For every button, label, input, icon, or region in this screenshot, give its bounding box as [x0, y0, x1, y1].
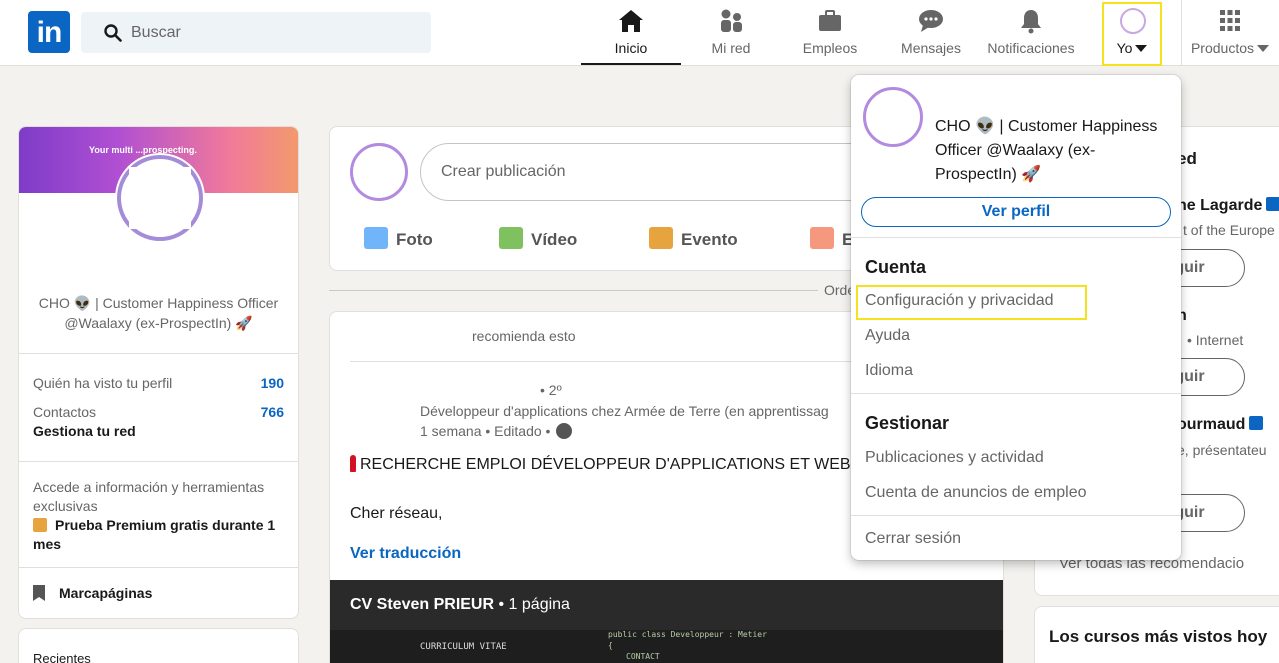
divider — [851, 515, 1181, 516]
exclamation-icon — [350, 455, 356, 472]
nav-home[interactable]: Inicio — [581, 0, 681, 66]
search-icon — [104, 24, 122, 42]
top-navbar: in Inicio Mi red Empleos Mensajes — [0, 0, 1279, 66]
recommended-person-subtitle: • Internet — [1187, 332, 1244, 348]
avatar[interactable] — [863, 87, 923, 147]
post-text-line: RECHERCHE EMPLOI DÉVELOPPEUR D'APPLICATI… — [350, 455, 851, 474]
divider — [851, 393, 1181, 394]
nav-products[interactable]: Productos — [1186, 0, 1274, 66]
event-button[interactable]: Evento — [649, 227, 738, 250]
code-line: CONTACT — [626, 652, 660, 661]
bookmark-icon — [33, 585, 45, 601]
premium-icon — [33, 518, 47, 532]
grid-icon — [1220, 10, 1240, 31]
account-section-title: Cuenta — [865, 257, 927, 277]
search-bar[interactable] — [81, 12, 431, 53]
briefcase-icon — [819, 10, 841, 31]
profile-views-label: Quién ha visto tu perfil — [33, 375, 173, 391]
code-line: public class Developpeur : Metier — [608, 630, 767, 639]
contacts-count: 766 — [260, 404, 284, 420]
nav-notifications[interactable]: Notificaciones — [980, 0, 1082, 66]
posts-activity-link[interactable]: Publicaciones y actividad — [865, 449, 1044, 467]
event-icon — [649, 227, 673, 249]
video-button[interactable]: Vídeo — [499, 227, 577, 250]
photo-icon — [364, 227, 388, 249]
document-preview[interactable]: CURRICULUM VITAE public class Developpeu… — [330, 580, 1003, 663]
profile-card: Your multi ...prospecting. CHO 👽 | Custo… — [18, 126, 299, 619]
network-icon — [721, 9, 742, 32]
article-button[interactable]: E — [810, 227, 853, 250]
profile-headline[interactable]: CHO 👽 | Customer Happiness Officer @Waal… — [31, 293, 286, 333]
nav-messages[interactable]: Mensajes — [890, 0, 972, 66]
highlight-box — [856, 285, 1087, 320]
avatar-image — [129, 167, 191, 229]
nav-home-label: Inicio — [614, 40, 648, 56]
recents-label: Recientes — [33, 651, 91, 663]
recommended-person-name[interactable]: ourmaud — [1177, 416, 1264, 434]
avatar[interactable] — [350, 143, 408, 201]
nav-jobs[interactable]: Empleos — [790, 0, 870, 66]
globe-icon — [556, 423, 573, 439]
post-time: 1 semana • Editado • — [420, 423, 573, 439]
linkedin-badge-icon — [1249, 416, 1264, 430]
linkedin-logo[interactable]: in — [28, 11, 70, 53]
linkedin-badge-icon — [1266, 197, 1279, 211]
nav-notifications-label: Notificaciones — [987, 40, 1075, 56]
nav-active-underline — [581, 63, 681, 65]
bookmarks-link[interactable]: Marcapáginas — [33, 585, 152, 601]
premium-trial-link[interactable]: Prueba Premium gratis durante 1 mes — [33, 516, 283, 554]
nav-me-label: Yo — [1104, 40, 1160, 56]
logout-link[interactable]: Cerrar sesión — [865, 530, 961, 548]
divider — [19, 567, 298, 568]
language-link[interactable]: Idioma — [865, 362, 913, 380]
help-link[interactable]: Ayuda — [865, 327, 910, 345]
nav-network[interactable]: Mi red — [690, 0, 772, 66]
messages-icon — [919, 10, 943, 32]
contacts-label: Contactos — [33, 404, 97, 420]
home-icon — [619, 10, 643, 32]
view-profile-button[interactable]: Ver perfil — [861, 197, 1171, 227]
connection-degree: • 2º — [540, 382, 562, 398]
nav-messages-label: Mensajes — [901, 40, 961, 56]
profile-avatar[interactable] — [117, 155, 203, 241]
courses-title: Los cursos más vistos hoy — [1049, 627, 1268, 646]
search-input[interactable] — [131, 12, 421, 53]
manage-section-title: Gestionar — [865, 413, 950, 433]
divider — [19, 461, 298, 462]
photo-button[interactable]: Foto — [364, 227, 433, 250]
banner-text: Your multi ...prospecting. — [89, 145, 197, 155]
bell-icon — [1021, 10, 1041, 34]
nav-me-menu[interactable]: Yo — [1102, 2, 1162, 66]
profile-views-row[interactable]: Quién ha visto tu perfil 190 — [33, 375, 284, 391]
see-translation-link[interactable]: Ver traducción — [350, 545, 461, 563]
recents-card: Recientes — [18, 628, 299, 663]
nav-divider — [1181, 0, 1182, 66]
divider — [851, 237, 1181, 238]
recommended-person-subtitle: t of the Europe — [1183, 222, 1275, 238]
dropdown-headline: CHO 👽 | Customer Happiness Officer @Waal… — [935, 118, 1158, 183]
manage-network-link[interactable]: Gestiona tu red — [33, 423, 136, 439]
nav-jobs-label: Empleos — [802, 40, 858, 56]
job-ads-account-link[interactable]: Cuenta de anuncios de empleo — [865, 484, 1087, 502]
contacts-row[interactable]: Contactos 766 — [33, 404, 284, 420]
nav-products-label: Productos — [1186, 40, 1274, 56]
author-title: Développeur d'applications chez Armée de… — [420, 403, 829, 419]
nav-network-label: Mi red — [711, 40, 751, 56]
code-sidebar-text: CURRICULUM VITAE — [420, 642, 507, 652]
article-icon — [810, 227, 834, 249]
post-text-line: Cher réseau, — [350, 505, 443, 522]
courses-card: Los cursos más vistos hoy — [1034, 606, 1279, 663]
document-title: CV Steven PRIEUR • 1 página — [350, 596, 570, 613]
caret-down-icon — [1257, 45, 1270, 52]
profile-views-count: 190 — [260, 375, 284, 391]
post-social-context: recomienda esto — [472, 328, 576, 344]
recommended-person-name[interactable]: ne Lagarde — [1177, 197, 1279, 215]
video-icon — [499, 227, 523, 249]
recommended-person-subtitle: e, présentateu — [1177, 442, 1267, 458]
divider — [19, 353, 298, 354]
premium-text: Accede a información y herramientas excl… — [33, 479, 265, 514]
caret-down-icon — [1135, 45, 1148, 52]
code-line: { — [608, 641, 613, 650]
avatar — [1120, 8, 1146, 34]
